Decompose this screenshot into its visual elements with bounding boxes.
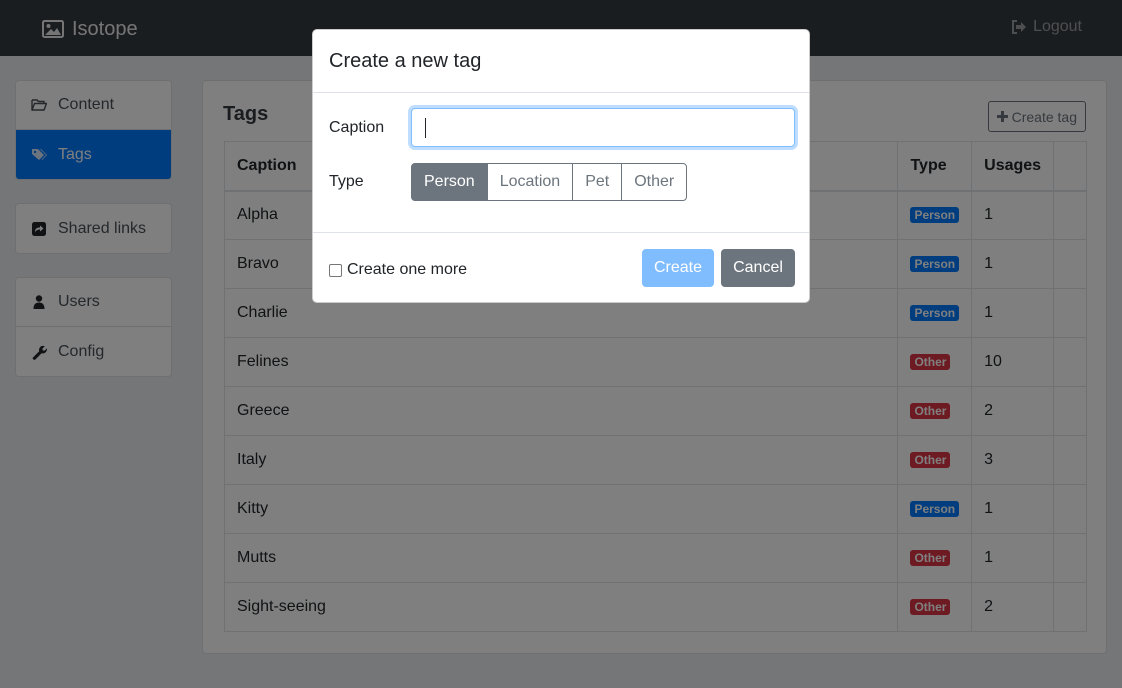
type-option-person[interactable]: Person [411, 163, 488, 201]
modal-title: Create a new tag [329, 50, 482, 72]
type-option-location[interactable]: Location [486, 163, 574, 201]
caption-label: Caption [329, 119, 385, 136]
type-option-other[interactable]: Other [621, 163, 688, 201]
type-option-pet[interactable]: Pet [572, 163, 623, 201]
create-button[interactable]: Create [642, 249, 714, 287]
cancel-button[interactable]: Cancel [721, 249, 795, 287]
type-label: Type [329, 173, 364, 190]
create-one-more-toggle[interactable]: Create one more [329, 261, 467, 279]
modal-footer: Create one more Create Cancel [313, 232, 809, 302]
caption-input[interactable] [411, 108, 795, 147]
text-caret [425, 118, 426, 138]
create-tag-modal: Create a new tag Caption Type Person Loc… [312, 29, 810, 303]
create-one-more-label: Create one more [347, 261, 468, 278]
type-button-group: Person Location Pet Other [411, 163, 688, 201]
create-one-more-checkbox[interactable] [329, 263, 342, 277]
modal-header: Create a new tag [313, 30, 809, 93]
